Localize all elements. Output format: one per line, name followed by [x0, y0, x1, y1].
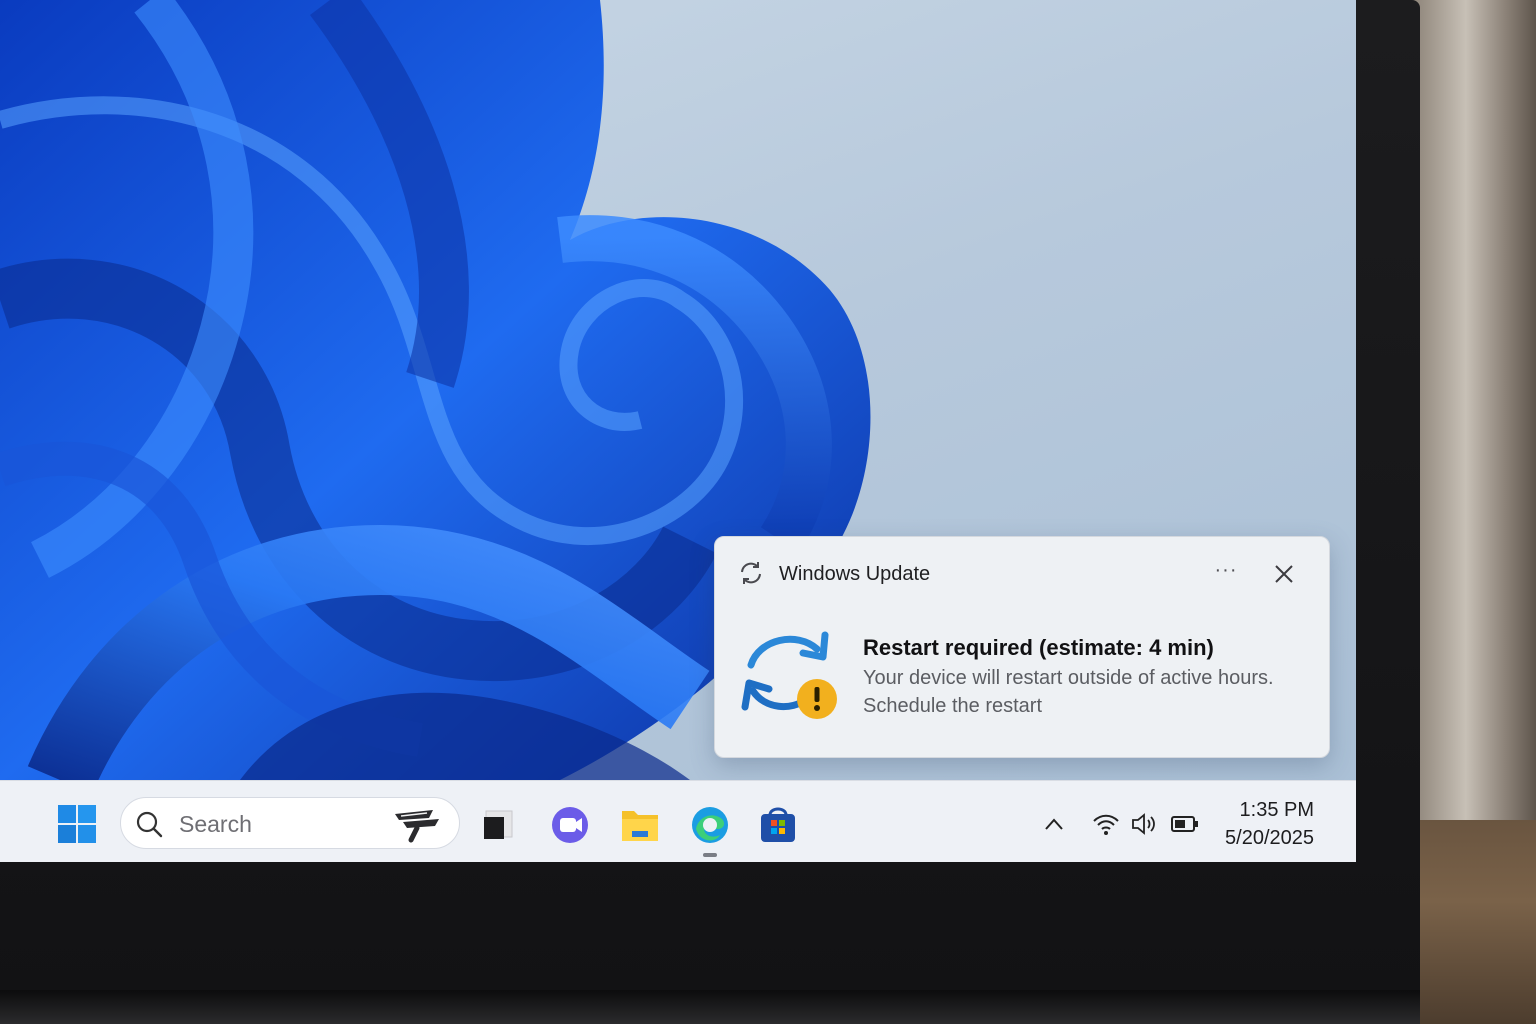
clock-date[interactable]: 5/20/2025 [1214, 827, 1314, 850]
sync-icon [741, 562, 761, 584]
taskbar: Search 1:35 PM 5/20/2025 [0, 780, 1356, 862]
schedule-restart-link[interactable]: Schedule the restart [863, 695, 1042, 718]
teams-icon[interactable] [548, 803, 592, 847]
notification-body: Your device will restart outside of acti… [863, 667, 1274, 689]
desktop-screen: Windows Update ··· Restart required (est… [0, 0, 1356, 862]
active-app-indicator [703, 853, 717, 857]
start-button[interactable] [56, 803, 98, 845]
search-icon [136, 811, 163, 838]
clock-time[interactable]: 1:35 PM [1214, 799, 1314, 822]
close-icon[interactable] [1271, 561, 1297, 587]
update-notification-toast[interactable]: Windows Update ··· Restart required (est… [714, 536, 1330, 758]
edge-icon[interactable] [688, 803, 732, 847]
search-placeholder: Search [179, 811, 252, 837]
wifi-icon[interactable] [1092, 811, 1120, 837]
search-box[interactable]: Search [120, 797, 460, 849]
search-highlight-icon [395, 810, 439, 843]
monitor-bottom-edge [0, 990, 1420, 1024]
speaker-icon[interactable] [1130, 811, 1160, 837]
task-view-icon[interactable] [478, 803, 522, 847]
notification-title: Restart required (estimate: 4 min) [863, 635, 1214, 660]
more-options-button[interactable]: ··· [1211, 559, 1241, 589]
update-warning-icon [741, 631, 837, 719]
battery-icon[interactable] [1170, 811, 1200, 837]
file-explorer-icon[interactable] [618, 803, 662, 847]
notification-app-name: Windows Update [779, 563, 931, 585]
microsoft-store-icon[interactable] [756, 803, 800, 847]
show-hidden-icons[interactable] [1042, 811, 1066, 837]
